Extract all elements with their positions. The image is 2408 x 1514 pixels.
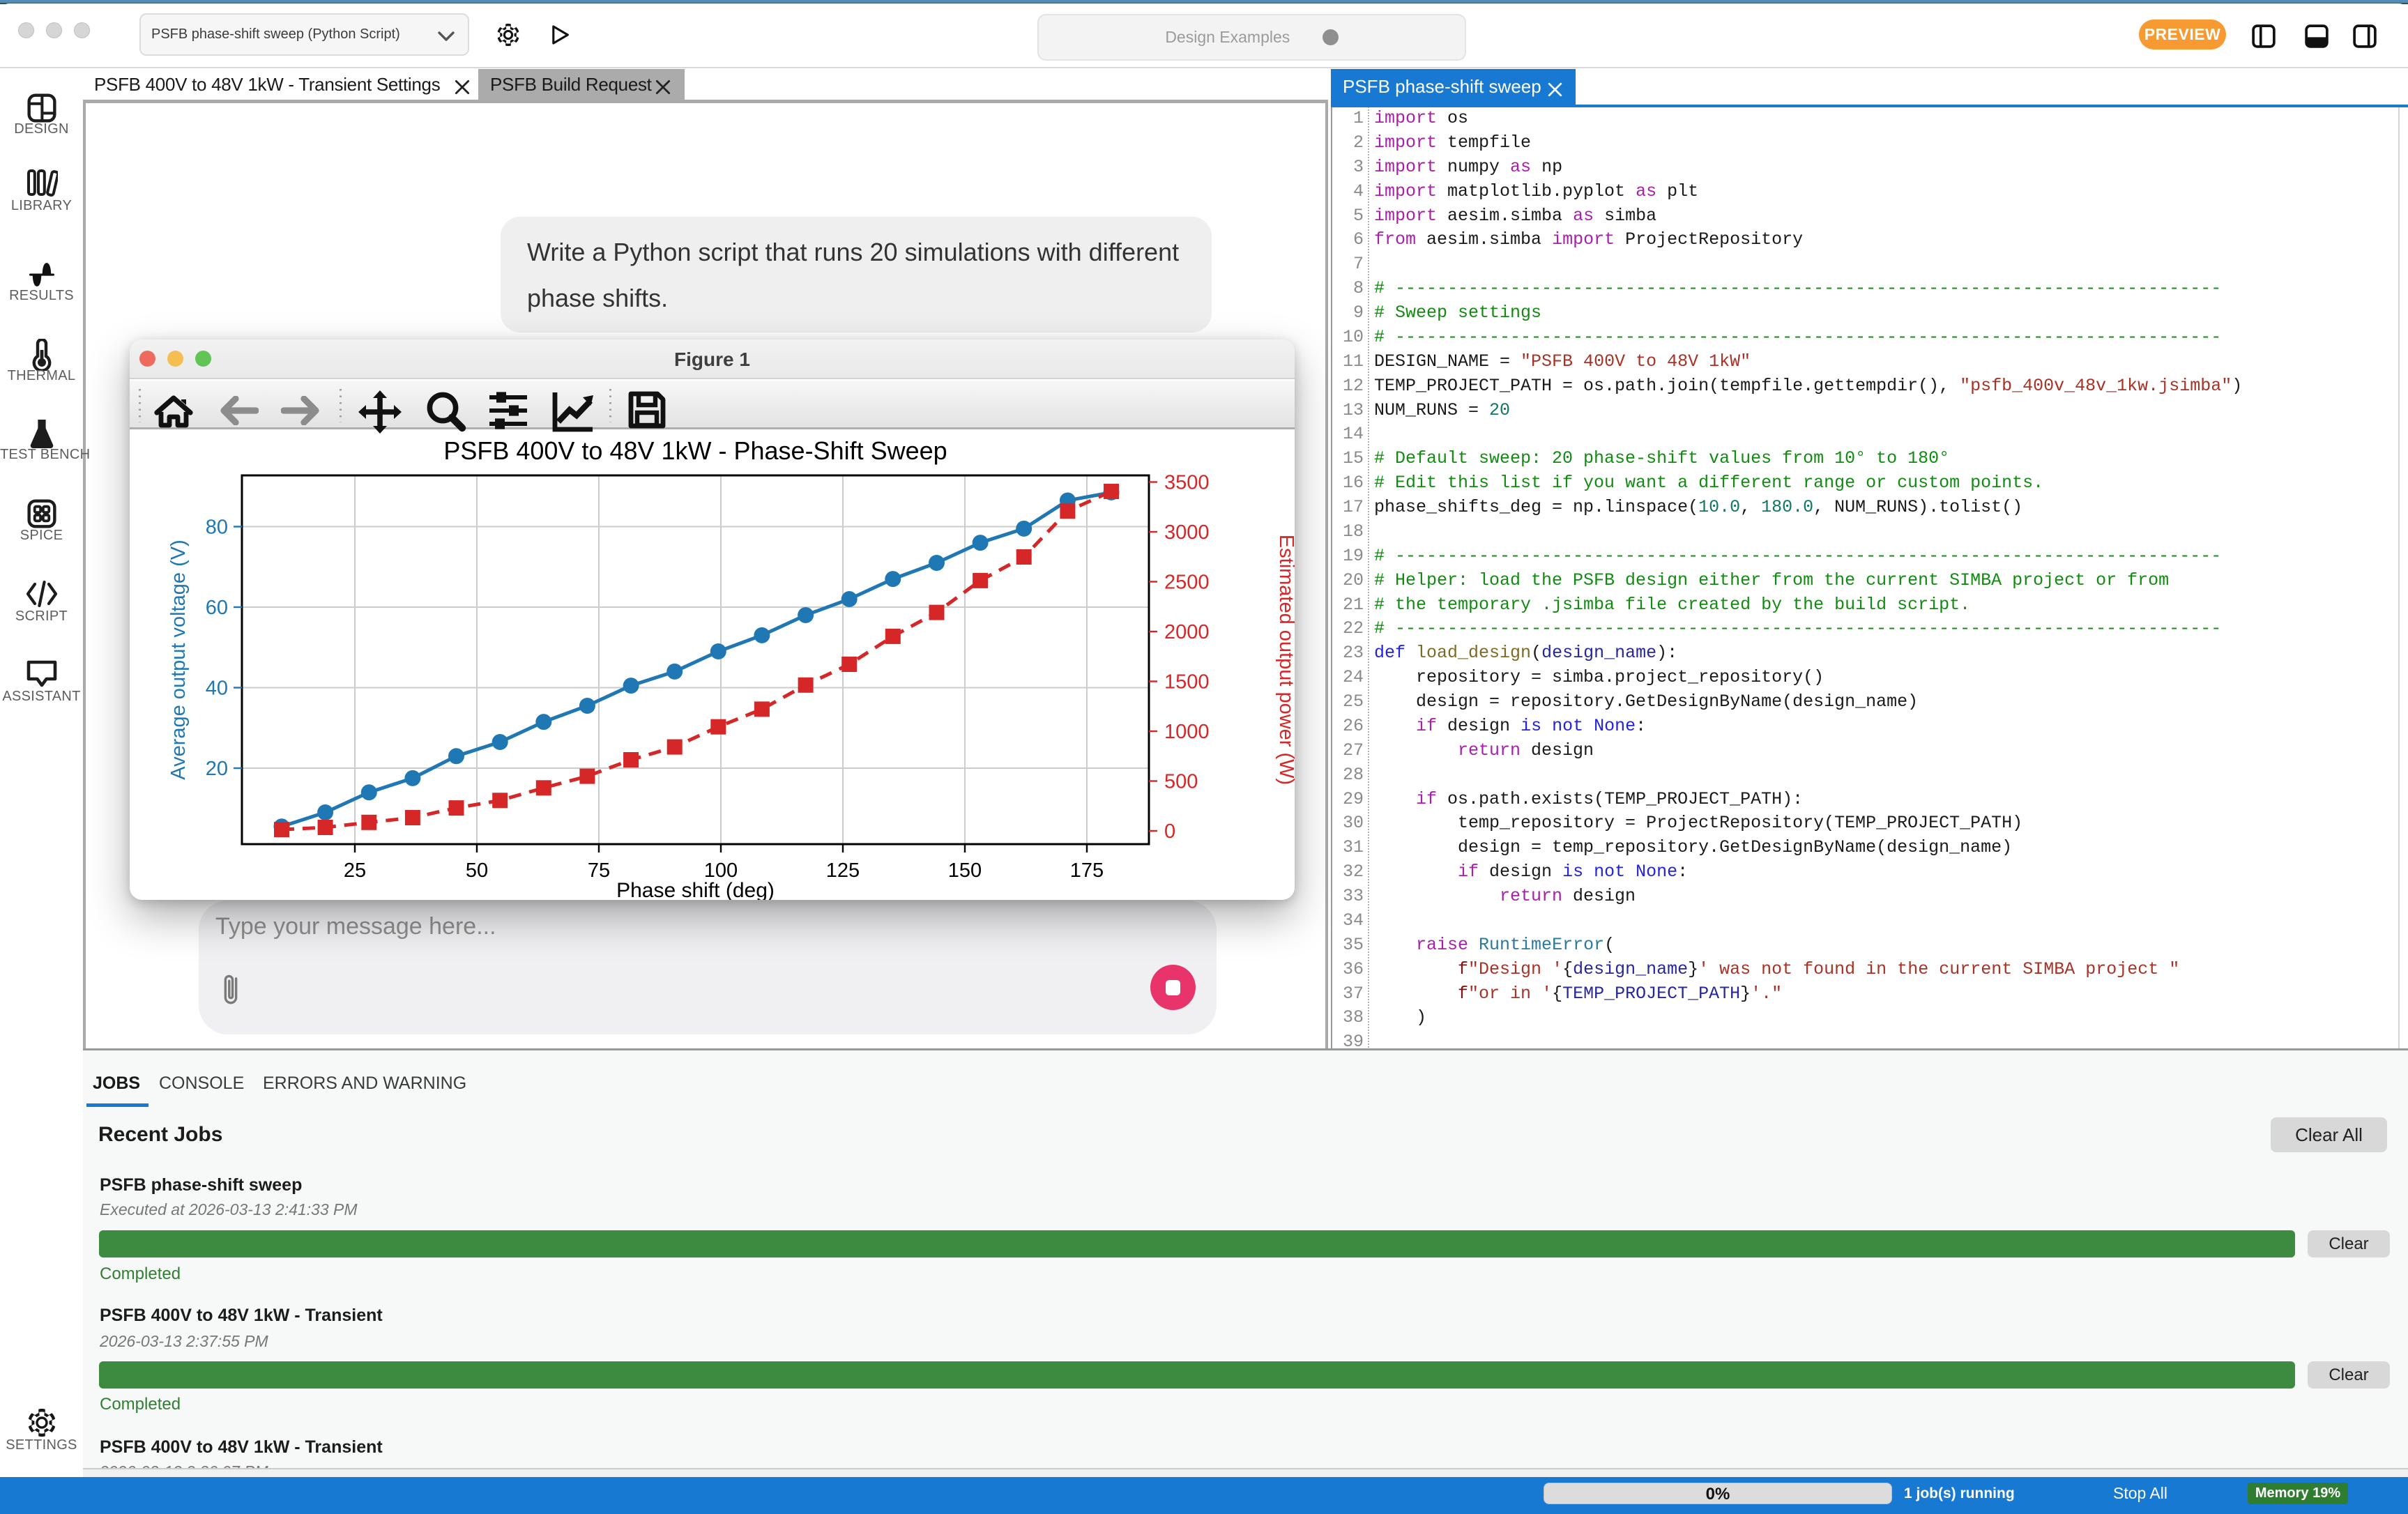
svg-text:Phase shift (deg): Phase shift (deg): [616, 879, 775, 900]
svg-text:500: 500: [1164, 771, 1198, 793]
svg-text:2000: 2000: [1164, 621, 1210, 643]
svg-text:25: 25: [344, 859, 366, 882]
svg-text:75: 75: [588, 859, 610, 882]
svg-text:2500: 2500: [1164, 572, 1210, 594]
svg-text:1500: 1500: [1164, 671, 1210, 694]
svg-text:125: 125: [826, 859, 860, 882]
svg-text:20: 20: [206, 758, 228, 780]
svg-text:175: 175: [1070, 859, 1104, 882]
svg-text:40: 40: [206, 678, 228, 700]
svg-text:50: 50: [466, 859, 488, 882]
svg-text:0: 0: [1164, 820, 1175, 843]
svg-text:Estimated output power (W): Estimated output power (W): [1275, 535, 1295, 785]
svg-text:1000: 1000: [1164, 721, 1210, 743]
svg-text:3000: 3000: [1164, 521, 1210, 544]
svg-text:Average output voltage (V): Average output voltage (V): [167, 540, 190, 779]
svg-text:3500: 3500: [1164, 472, 1210, 494]
svg-text:150: 150: [948, 859, 982, 882]
svg-text:80: 80: [206, 517, 228, 539]
svg-text:60: 60: [206, 597, 228, 619]
svg-text:PSFB 400V to 48V 1kW - Phase-S: PSFB 400V to 48V 1kW - Phase-Shift Sweep: [443, 436, 947, 465]
